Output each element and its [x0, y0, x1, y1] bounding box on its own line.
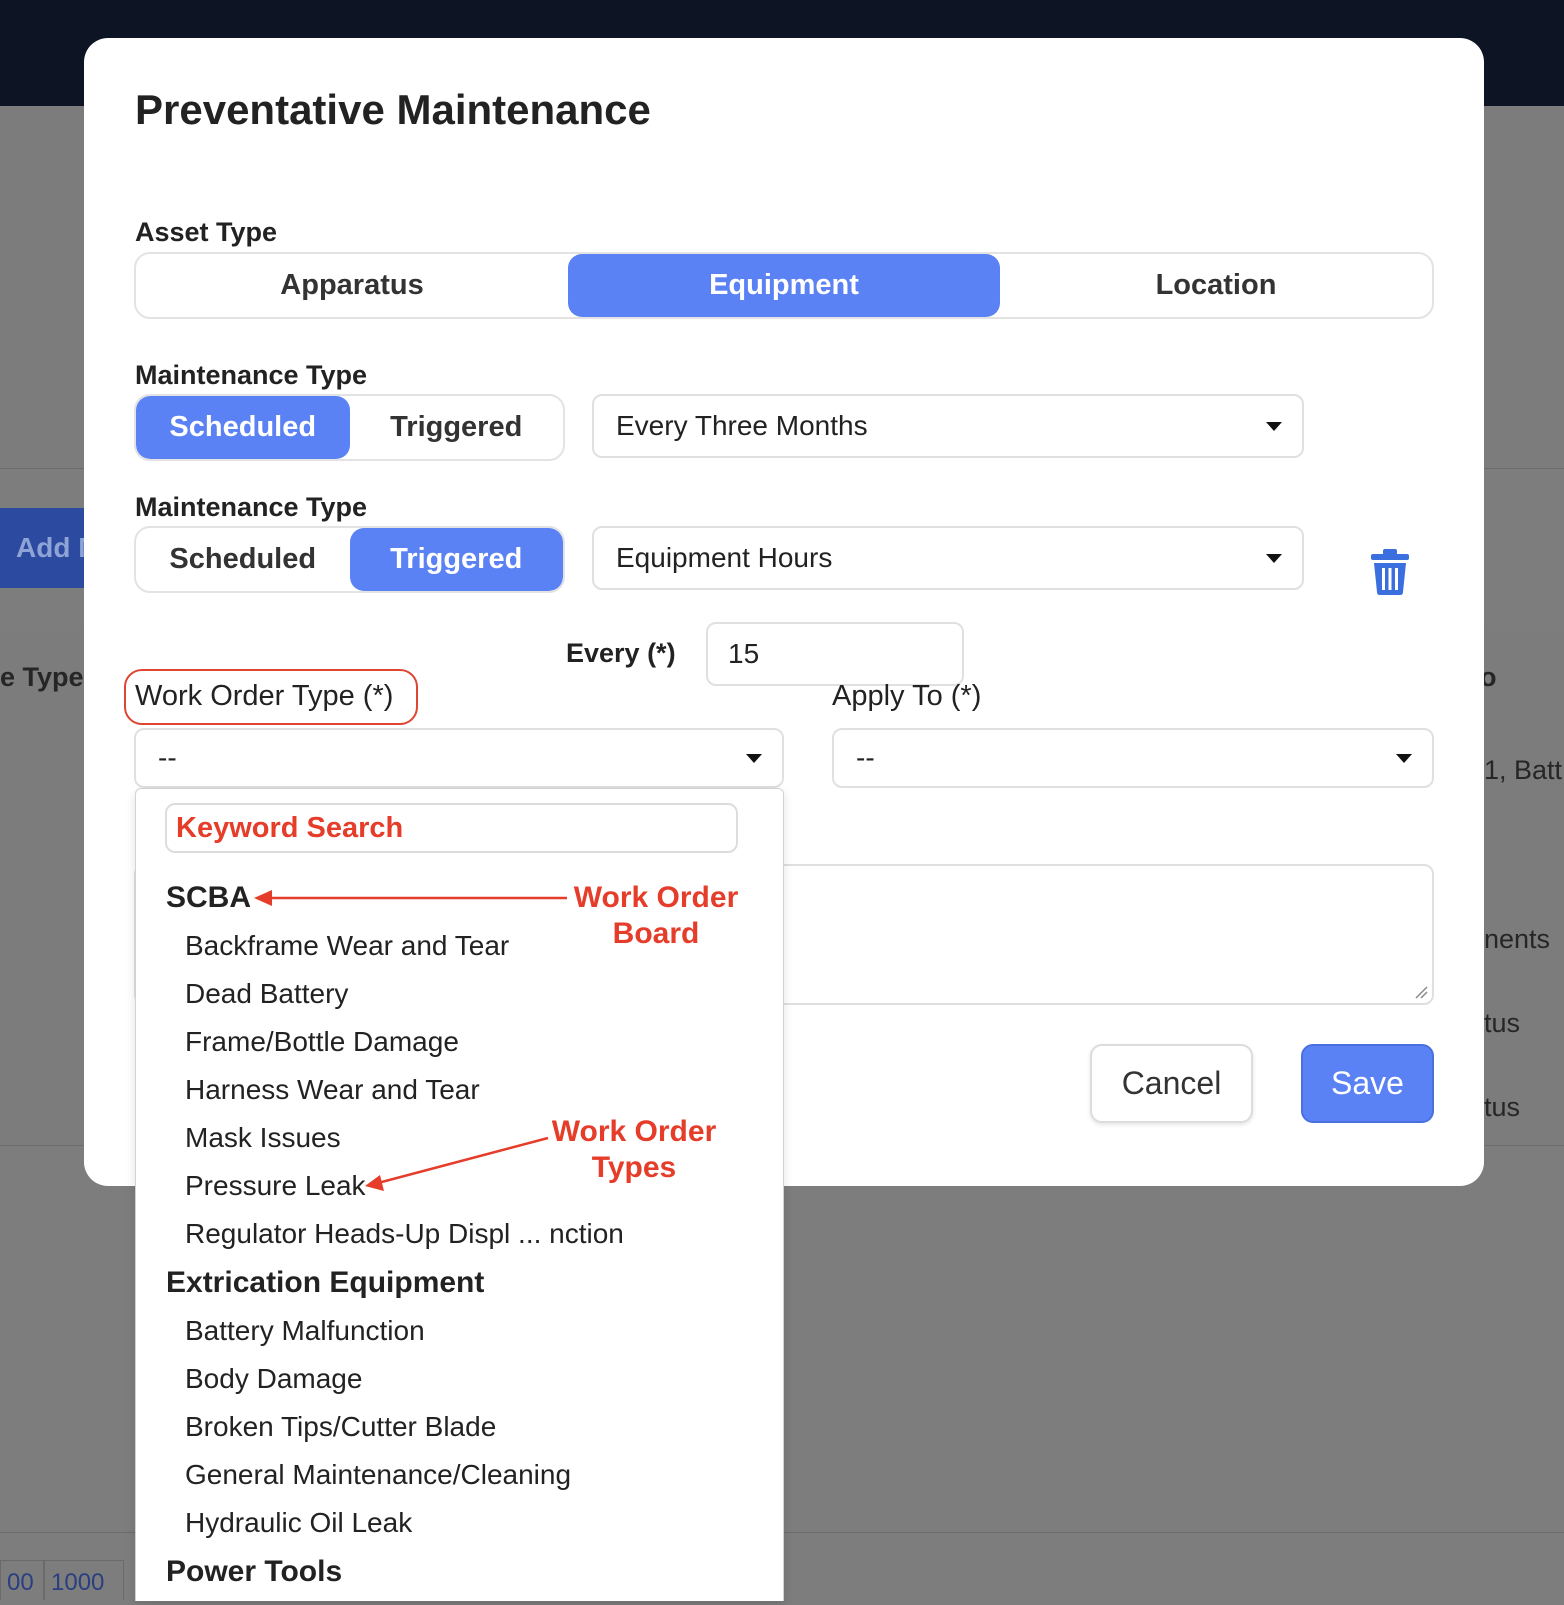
apply-to-value: --	[856, 742, 875, 773]
background-pager-item: 1000	[44, 1560, 124, 1600]
asset-type-apparatus[interactable]: Apparatus	[136, 254, 568, 317]
apply-to-select[interactable]: --	[832, 728, 1434, 788]
annotation-work-order-board: Work Order Board	[570, 880, 742, 952]
chevron-down-icon	[1396, 754, 1412, 763]
dropdown-option[interactable]: Frame/Bottle Damage	[136, 1018, 783, 1066]
cancel-button[interactable]: Cancel	[1090, 1044, 1253, 1123]
every-value: 15	[728, 638, 760, 669]
dropdown-option[interactable]: Broken Tips/Cutter Blade	[136, 1403, 783, 1451]
dropdown-option[interactable]: Dead Battery	[136, 970, 783, 1018]
annotation-line: Types	[591, 1151, 677, 1184]
maintenance-type-scheduled[interactable]: Scheduled	[136, 528, 350, 591]
chevron-down-icon	[746, 754, 762, 763]
annotation-line: Work Order	[573, 881, 739, 914]
asset-type-location[interactable]: Location	[1000, 254, 1432, 317]
dropdown-group-header: Power Tools	[166, 1555, 343, 1588]
dropdown-option[interactable]: Harness Wear and Tear	[136, 1066, 783, 1114]
maintenance-type-triggered[interactable]: Triggered	[350, 396, 564, 459]
maintenance-type-label: Maintenance Type	[135, 360, 368, 390]
modal-title: Preventative Maintenance	[135, 86, 651, 133]
resize-handle-icon[interactable]	[1414, 985, 1428, 999]
maintenance-type-scheduled[interactable]: Scheduled	[136, 396, 350, 459]
annotation-line: Work Order	[551, 1115, 717, 1148]
dropdown-option[interactable]: Body Damage	[136, 1355, 783, 1403]
every-label: Every (*)	[566, 638, 676, 668]
dropdown-option[interactable]: Regulator Heads-Up Displ ... nction	[136, 1210, 783, 1258]
work-order-type-value: --	[158, 742, 177, 773]
asset-type-equipment[interactable]: Equipment	[568, 254, 1000, 317]
work-order-type-list: SCBA Backframe Wear and Tear Dead Batter…	[136, 873, 783, 1596]
every-input[interactable]: 15	[706, 622, 964, 686]
trigger-type-select[interactable]: Equipment Hours	[592, 526, 1304, 590]
dropdown-group-header: Extrication Equipment	[166, 1266, 485, 1299]
background-add-button: Add M	[0, 508, 96, 588]
maintenance-type-toggle: Scheduled Triggered	[134, 394, 565, 461]
background-row-text: 1, Batt	[1484, 755, 1563, 785]
background-pager-item: 00	[0, 1560, 44, 1600]
background-row-text: tus	[1484, 1008, 1521, 1038]
trash-icon[interactable]	[1370, 548, 1410, 596]
annotation-work-order-types: Work Order Types	[548, 1114, 720, 1186]
maintenance-type-label: Maintenance Type	[135, 492, 368, 522]
dropdown-option[interactable]: Battery Malfunction	[136, 1307, 783, 1355]
dropdown-option[interactable]: Hydraulic Oil Leak	[136, 1499, 783, 1547]
chevron-down-icon	[1266, 422, 1282, 431]
annotation-line: Board	[612, 917, 700, 950]
background-row-text: tus	[1484, 1092, 1521, 1122]
save-button[interactable]: Save	[1301, 1044, 1434, 1123]
chevron-down-icon	[1266, 554, 1282, 563]
maintenance-type-triggered[interactable]: Triggered	[349, 528, 563, 591]
background-col-type: e Type	[0, 662, 84, 692]
asset-type-segmented-control: Apparatus Equipment Location	[134, 252, 1434, 319]
maintenance-type-toggle: Scheduled Triggered	[134, 526, 565, 593]
schedule-frequency-select[interactable]: Every Three Months	[592, 394, 1304, 458]
apply-to-label: Apply To (*)	[832, 680, 982, 712]
schedule-frequency-value: Every Three Months	[616, 410, 868, 441]
work-order-type-label: Work Order Type (*)	[135, 680, 394, 712]
asset-type-label: Asset Type	[135, 217, 278, 247]
background-row-text: nents	[1484, 924, 1551, 954]
keyword-search-input[interactable]: Keyword Search	[165, 803, 738, 853]
trigger-type-value: Equipment Hours	[616, 542, 833, 573]
dropdown-option[interactable]: General Maintenance/Cleaning	[136, 1451, 783, 1499]
work-order-type-select[interactable]: --	[134, 728, 784, 788]
